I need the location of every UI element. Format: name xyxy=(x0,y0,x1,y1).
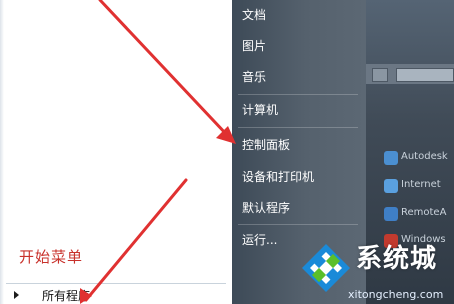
divider xyxy=(6,283,226,284)
internet-icon xyxy=(384,179,398,193)
nav-button[interactable] xyxy=(372,68,388,82)
search-box[interactable] xyxy=(396,68,454,82)
desktop-item[interactable]: Internet xyxy=(384,178,454,194)
watermark-title: 系统城 xyxy=(356,244,438,274)
menu-item-default-programs[interactable]: 默认程序 xyxy=(242,198,290,218)
desktop-item[interactable]: RemoteA xyxy=(384,206,454,222)
watermark-url: xitongcheng.com xyxy=(348,288,444,301)
site-logo-icon xyxy=(302,244,350,292)
triangle-right-icon xyxy=(14,291,19,299)
pane-edge xyxy=(0,0,4,304)
menu-item-music[interactable]: 音乐 xyxy=(242,67,266,87)
menu-separator xyxy=(238,127,358,128)
all-programs-label: 所有程序 xyxy=(42,289,91,303)
remote-icon xyxy=(384,207,398,221)
menu-separator xyxy=(238,94,358,95)
menu-item-documents[interactable]: 文档 xyxy=(242,5,266,25)
desktop-item-label: Autodesk xyxy=(401,151,448,162)
menu-separator xyxy=(238,224,358,225)
desktop-item[interactable]: Autodesk xyxy=(384,150,454,166)
desktop-item-label: RemoteA xyxy=(401,207,447,218)
menu-item-devices-printers[interactable]: 设备和打印机 xyxy=(242,167,314,187)
desktop-item-label: Internet xyxy=(401,179,441,190)
autodesk-icon xyxy=(384,151,398,165)
menu-item-run[interactable]: 运行... xyxy=(242,230,277,250)
menu-item-computer[interactable]: 计算机 xyxy=(242,100,278,120)
all-programs-button[interactable]: 所有程序 xyxy=(0,286,232,304)
programs-pane: 开始菜单 所有程序 xyxy=(0,0,232,304)
menu-item-control-panel[interactable]: 控制面板 xyxy=(242,135,290,155)
window-toolbar xyxy=(366,64,454,84)
start-menu-label: 开始菜单 xyxy=(19,248,84,266)
menu-item-pictures[interactable]: 图片 xyxy=(242,36,266,56)
site-watermark: 系统城 xitongcheng.com xyxy=(298,230,454,304)
